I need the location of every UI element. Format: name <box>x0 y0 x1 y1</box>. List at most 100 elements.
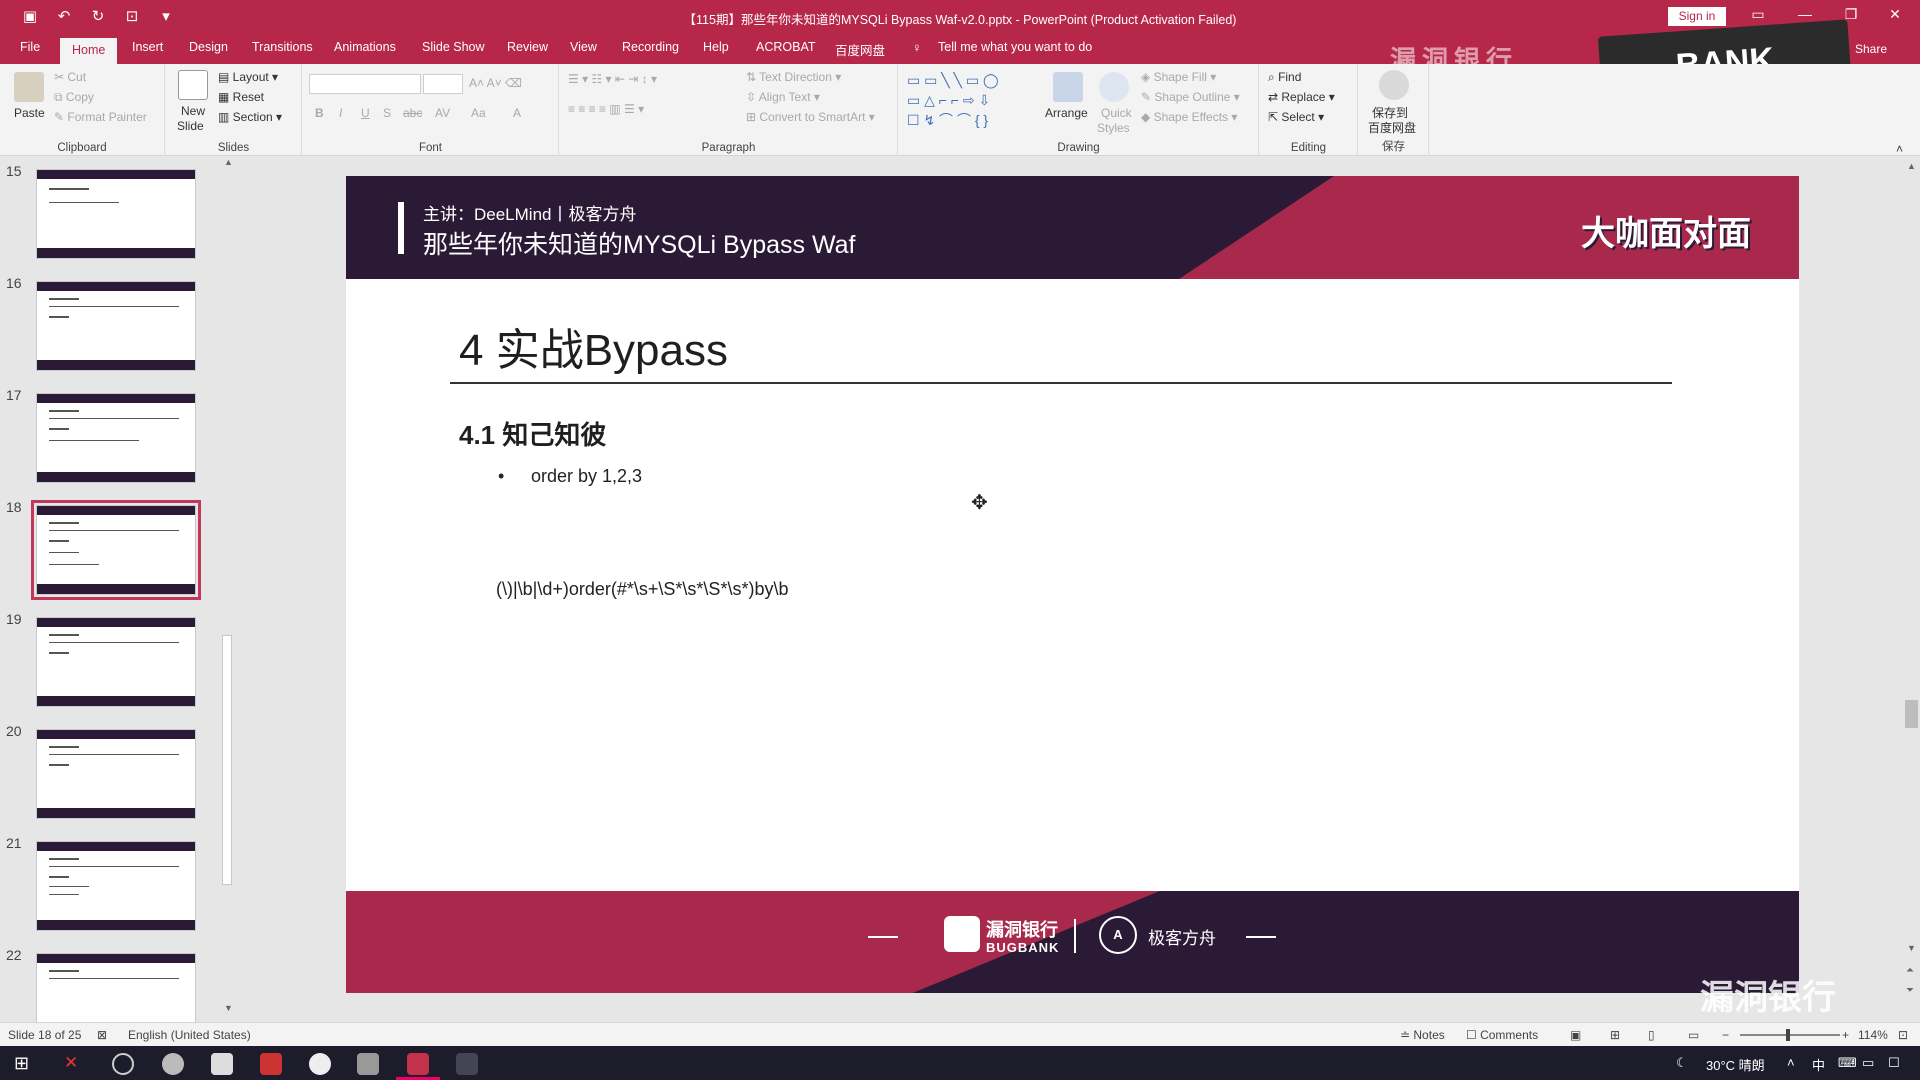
app-x-icon[interactable]: ✕ <box>64 1053 78 1073</box>
thumbnails-scrollbar[interactable]: ▲ ▼ <box>221 157 233 1015</box>
windows-start-icon[interactable]: ⊞ <box>14 1053 29 1074</box>
zoom-slider-handle[interactable] <box>1786 1029 1790 1041</box>
change-case-button[interactable]: Aa <box>471 106 486 120</box>
weather-text[interactable]: 30°C 晴朗 <box>1706 1055 1765 1074</box>
ribbon-display-icon[interactable]: ▭ <box>1743 6 1773 23</box>
quick-styles-label-2[interactable]: Styles <box>1097 121 1130 135</box>
new-slide-label-1[interactable]: New <box>181 104 205 118</box>
zoom-out-icon[interactable]: − <box>1722 1028 1729 1042</box>
font-color-button[interactable]: A <box>513 106 521 120</box>
thumbnail-slide-22[interactable] <box>36 953 196 1022</box>
fit-slide-icon[interactable]: ⊡ <box>1898 1028 1908 1042</box>
thumbnail-slide-16[interactable] <box>36 281 196 371</box>
browser-icon[interactable] <box>162 1053 184 1075</box>
zoom-in-icon[interactable]: + <box>1842 1028 1849 1042</box>
thumbnail-slide-17[interactable] <box>36 393 196 483</box>
font-grow-icon[interactable]: A˄ A˅ ⌫ <box>469 76 522 90</box>
tab-view[interactable]: View <box>570 40 597 54</box>
slideshow-view-icon[interactable]: ▭ <box>1688 1028 1699 1042</box>
arrange-icon[interactable] <box>1053 72 1083 102</box>
layout-button[interactable]: ▤ Layout ▾ <box>218 70 278 84</box>
next-slide-icon[interactable]: ⏷ <box>1906 985 1914 996</box>
paste-button[interactable]: Paste <box>14 106 45 120</box>
tell-me-search[interactable]: Tell me what you want to do <box>938 40 1092 54</box>
powerpoint-icon[interactable] <box>407 1053 429 1075</box>
minimize-icon[interactable]: — <box>1790 6 1820 22</box>
font-size-field[interactable] <box>423 74 463 94</box>
thumbnail-slide-20[interactable] <box>36 729 196 819</box>
tab-animations[interactable]: Animations <box>334 40 396 54</box>
network-icon[interactable]: ▭ <box>1862 1055 1874 1071</box>
slide-canvas[interactable]: 主讲：DeeLMind丨极客方舟 那些年你未知道的MYSQLi Bypass W… <box>346 176 1799 993</box>
scroll-down-icon[interactable]: ▼ <box>224 1003 233 1013</box>
app-circle-icon[interactable] <box>112 1053 134 1075</box>
language-indicator[interactable]: English (United States) <box>128 1028 251 1042</box>
shape-fill-button[interactable]: ◈ Shape Fill ▾ <box>1141 70 1216 84</box>
reset-button[interactable]: ▦ Reset <box>218 90 264 104</box>
quick-styles-icon[interactable] <box>1099 72 1129 102</box>
normal-view-icon[interactable]: ▣ <box>1570 1028 1581 1042</box>
bullet-text[interactable]: order by 1,2,3 <box>531 466 642 487</box>
sign-in-button[interactable]: Sign in <box>1668 7 1726 26</box>
comments-button[interactable]: ☐ Comments <box>1466 1028 1538 1042</box>
tab-transitions[interactable]: Transitions <box>252 40 313 54</box>
slide-counter[interactable]: Slide 18 of 25 <box>8 1028 81 1042</box>
convert-smartart-button[interactable]: ⊞ Convert to SmartArt ▾ <box>746 110 875 124</box>
spellcheck-icon[interactable]: ⊠ <box>97 1028 107 1042</box>
slide-heading[interactable]: 4 实战Bypass <box>459 314 728 378</box>
scroll-up-icon[interactable]: ▲ <box>224 157 233 167</box>
format-painter-button[interactable]: ✎ Format Painter <box>54 110 147 124</box>
scroll-down-icon[interactable]: ▼ <box>1907 943 1916 953</box>
document-app-icon[interactable] <box>211 1053 233 1075</box>
tab-acrobat[interactable]: ACROBAT <box>756 40 816 54</box>
new-slide-label-2[interactable]: Slide <box>177 119 204 133</box>
list-buttons-icon[interactable]: ☰ ▾ ☷ ▾ ⇤ ⇥ ↕ ▾ <box>568 72 657 86</box>
tab-insert[interactable]: Insert <box>132 40 163 54</box>
keyboard-icon[interactable]: ⌨ <box>1838 1055 1857 1071</box>
app-bird-icon[interactable] <box>456 1053 478 1075</box>
zoom-level[interactable]: 114% <box>1858 1028 1888 1042</box>
notes-button[interactable]: ≐ Notes <box>1400 1028 1445 1042</box>
text-direction-button[interactable]: ⇅ Text Direction ▾ <box>746 70 841 84</box>
tab-baidu[interactable]: 百度网盘 <box>835 40 885 59</box>
ime-indicator[interactable]: 中 <box>1812 1055 1825 1074</box>
slide-scroll-thumb[interactable] <box>1905 700 1918 728</box>
strikethrough-button[interactable]: abc <box>403 106 422 120</box>
file-explorer-icon[interactable] <box>357 1053 379 1075</box>
thumbnail-slide-21[interactable] <box>36 841 196 931</box>
tab-help[interactable]: Help <box>703 40 729 54</box>
prev-slide-icon[interactable]: ⏶ <box>1906 965 1914 976</box>
collapse-ribbon-icon[interactable]: ˄ <box>1896 142 1903 156</box>
thumbnail-slide-19[interactable] <box>36 617 196 707</box>
cut-button[interactable]: ✂ Cut <box>54 70 86 84</box>
weather-icon[interactable]: ☾ <box>1676 1055 1688 1071</box>
slide-subheading[interactable]: 4.1 知己知彼 <box>459 415 606 452</box>
app-avatar-icon[interactable] <box>309 1053 331 1075</box>
tab-slide-show[interactable]: Slide Show <box>422 40 485 54</box>
slide-sorter-icon[interactable]: ⊞ <box>1610 1028 1620 1042</box>
tab-review[interactable]: Review <box>507 40 548 54</box>
shape-effects-button[interactable]: ◆ Shape Effects ▾ <box>1141 110 1237 124</box>
quick-styles-label-1[interactable]: Quick <box>1101 106 1132 120</box>
regex-text[interactable]: (\)|\b|\d+)order(#*\s+\S*\s*\S*\s*)by\b <box>496 579 788 600</box>
thumbnail-slide-18[interactable] <box>31 500 201 600</box>
tab-design[interactable]: Design <box>189 40 228 54</box>
tab-file[interactable]: File <box>20 40 40 54</box>
align-text-button[interactable]: ⇳ Align Text ▾ <box>746 90 820 104</box>
cloud-icon[interactable] <box>1379 70 1409 100</box>
scroll-up-icon[interactable]: ▲ <box>1907 161 1916 171</box>
save-baidu-label-2[interactable]: 百度网盘 <box>1368 119 1416 136</box>
share-button[interactable]: Share <box>1855 42 1887 56</box>
underline-button[interactable]: U <box>361 106 370 120</box>
thumbnail-slide-15[interactable] <box>36 169 196 259</box>
select-button[interactable]: ⇱ Select ▾ <box>1268 110 1324 124</box>
find-button[interactable]: ⌕ Find <box>1268 70 1301 85</box>
arrange-button[interactable]: Arrange <box>1045 106 1088 120</box>
replace-button[interactable]: ⇄ Replace ▾ <box>1268 90 1335 104</box>
bold-button[interactable]: B <box>315 106 324 120</box>
char-spacing-button[interactable]: AV <box>435 106 450 120</box>
copy-button[interactable]: ⧉ Copy <box>54 90 94 105</box>
paste-icon[interactable] <box>14 72 44 102</box>
red-app-icon[interactable] <box>260 1053 282 1075</box>
section-button[interactable]: ▥ Section ▾ <box>218 110 282 124</box>
